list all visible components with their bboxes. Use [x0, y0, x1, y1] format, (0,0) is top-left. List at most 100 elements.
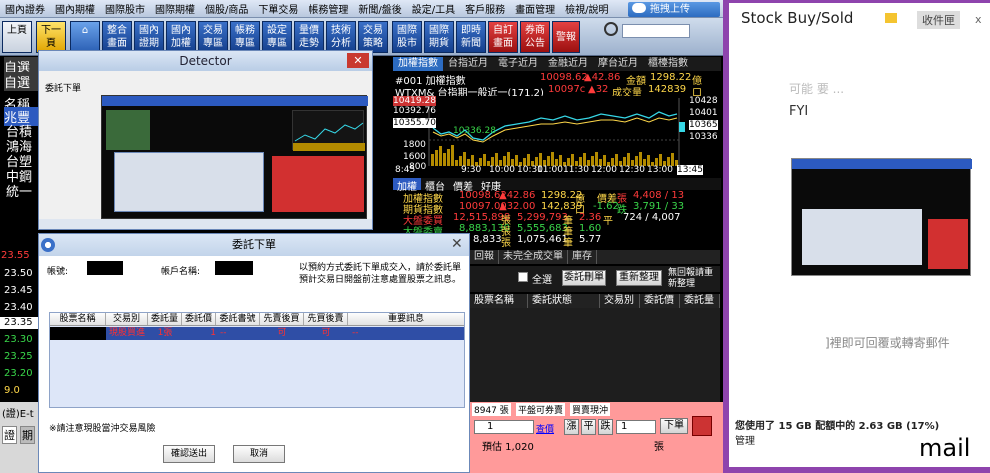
subtab[interactable]: 加權 — [393, 178, 421, 193]
menu-item[interactable]: 國際期權 — [150, 1, 200, 16]
summary-dir: 平 — [603, 216, 613, 227]
order-qty: 1張 — [157, 328, 173, 338]
menu-item[interactable]: 畫面管理 — [510, 1, 560, 16]
quantity-input[interactable]: 1 — [474, 420, 534, 434]
ladder-price: 23.30 — [4, 334, 33, 345]
menu-item[interactable]: 檢視/說明 — [560, 1, 613, 16]
toolbar-button[interactable]: 國際 股市 — [392, 21, 422, 53]
mail-watermark: mail — [919, 434, 971, 462]
ladder-price: 23.25 — [4, 351, 33, 362]
subtab[interactable]: 價差 — [449, 178, 477, 193]
detector-preview — [101, 95, 368, 219]
tab-securities[interactable]: 證 — [2, 426, 17, 444]
summary-vol: 5,555,683 — [517, 223, 568, 234]
order-table[interactable] — [470, 308, 720, 402]
account-label: 帳號: — [47, 267, 69, 277]
tab-report[interactable]: 回報 — [470, 250, 499, 264]
tab-index[interactable]: 台指近月 — [443, 57, 493, 71]
toolbar-button[interactable]: 交易 專區 — [198, 21, 228, 53]
tab-index[interactable]: 加權指數 — [393, 57, 443, 71]
ladder-price: 23.45 — [4, 285, 33, 296]
toolbar-button[interactable]: 帳務 專區 — [230, 21, 260, 53]
table-row[interactable]: 現股買進 1張 1 -- 可 可 -- — [50, 327, 464, 340]
toolbar-button[interactable]: 國際 期貨 — [424, 21, 454, 53]
menu-item[interactable]: 新聞/盤後 — [353, 1, 406, 16]
flat-button[interactable]: 平 — [581, 419, 596, 435]
column-header: 先買後賣 — [304, 313, 348, 325]
time-axis: 8:45 9:30 10:00 10:30 11:00 11:30 12:00 … — [393, 165, 721, 177]
summary-stat: -1.62 — [593, 201, 619, 212]
tab-inventory[interactable]: 庫存 — [568, 250, 597, 264]
preview-line — [294, 122, 364, 142]
limit-down-button[interactable]: 跌 — [598, 419, 613, 435]
price-input[interactable]: 1 — [616, 420, 656, 434]
toolbar-button[interactable]: 交易 策略 — [358, 21, 388, 53]
sub-tabs: 加權 櫃台 價差 好康 — [393, 178, 721, 193]
menu-item[interactable]: 客戶服務 — [460, 1, 510, 16]
menu-item[interactable]: 設定/工具 — [407, 1, 460, 16]
attachment-thumbnail[interactable] — [791, 158, 972, 276]
column-header: 委託書號 — [216, 313, 260, 325]
toolbar-button[interactable]: 設定 專區 — [262, 21, 292, 53]
y-label-right: 10336 — [689, 132, 718, 142]
summary-count: 724 / 4,007 — [623, 212, 681, 223]
tab-index[interactable]: 櫃檯指數 — [643, 57, 693, 71]
quote-link[interactable]: 查價 — [536, 422, 554, 435]
inbox-label[interactable]: 收件匣 — [917, 11, 960, 29]
subtab[interactable]: 好康 — [477, 178, 505, 193]
preview-volume — [293, 143, 365, 151]
column-header: 重要訊息 — [387, 314, 424, 324]
y-label: 1600 — [403, 152, 426, 162]
toolbar-button[interactable]: 國內 加權 — [166, 21, 196, 53]
alert-button[interactable]: 警報 — [552, 21, 580, 53]
toolbar-button[interactable]: 國內 證期 — [134, 21, 164, 53]
cancel-button[interactable]: 取消 — [233, 445, 285, 463]
refresh-button[interactable]: 重新整理 — [616, 270, 662, 286]
toolbar-button[interactable]: 券商 公告 — [520, 21, 550, 53]
menu-item[interactable]: 下單交易 — [253, 1, 303, 16]
tab-index[interactable]: 電子近月 — [493, 57, 543, 71]
menu-item[interactable]: 國內期權 — [50, 1, 100, 16]
forward-button[interactable]: 下一頁 — [36, 21, 66, 53]
place-order-button[interactable]: 下單 — [660, 418, 688, 434]
close-icon[interactable]: ✕ — [347, 53, 369, 68]
back-button[interactable]: 上頁 — [2, 21, 32, 53]
dialog-notice: 以預約方式委託下單成交入，請於委託單 預計交易日開盤前注意處置股票之訊息。 — [299, 263, 462, 285]
toolbar-button[interactable]: 即時 新聞 — [456, 21, 486, 53]
subtab[interactable]: 櫃台 — [421, 178, 449, 193]
home-button[interactable]: ⌂ — [70, 21, 100, 53]
remove-label-icon[interactable]: x — [975, 13, 982, 26]
limit-up-button[interactable]: 漲 — [564, 419, 579, 435]
confirm-button[interactable]: 確認送出 — [163, 445, 215, 463]
label-icon[interactable] — [885, 13, 897, 23]
select-all-checkbox[interactable] — [518, 272, 528, 282]
column-header: 股票名稱 — [50, 313, 106, 325]
quote-change: ▲32 — [588, 84, 609, 95]
print-icon[interactable] — [692, 416, 712, 436]
tab-unfilled[interactable]: 未完全成交單 — [499, 250, 568, 264]
menu-item[interactable]: 帳務管理 — [303, 1, 353, 16]
watchlist-tab[interactable]: 自選 — [4, 72, 38, 91]
volume-bar — [639, 152, 642, 166]
thumb-dialog — [802, 209, 922, 265]
list-item[interactable]: 統一 — [6, 181, 32, 200]
tab-index[interactable]: 摩台近月 — [593, 57, 643, 71]
trade-entry-panel: 8947 張 平盤可券賣 買賣現沖 1 查價 漲 平 跌 1 下單 預估 1,0… — [470, 402, 723, 473]
toolbar-button[interactable]: 自訂 畫面 — [488, 21, 518, 53]
toolbar-button[interactable]: 技術 分析 — [326, 21, 356, 53]
mail-subject: Stock Buy/Sold — [741, 9, 854, 27]
tab-index[interactable]: 金融近月 — [543, 57, 593, 71]
close-icon[interactable]: ✕ — [451, 236, 463, 252]
menu-item[interactable]: 個股/商品 — [200, 1, 253, 16]
reply-hint[interactable]: ]裡即可回覆或轉寄郵件 — [825, 334, 950, 351]
menu-item[interactable]: 國際股市 — [100, 1, 150, 16]
menu-item[interactable]: 國內證券 — [0, 1, 50, 16]
search-icon[interactable] — [604, 22, 618, 36]
ladder-price-current: 23.35 — [0, 317, 38, 329]
toolbar-button[interactable]: 量價 走勢 — [294, 21, 324, 53]
delete-order-button[interactable]: 委託刪單 — [562, 270, 606, 286]
search-input[interactable] — [622, 24, 690, 38]
manage-link[interactable]: 管理 — [735, 432, 755, 447]
toolbar-button[interactable]: 整合 畫面 — [102, 21, 132, 53]
tab-futures[interactable]: 期 — [20, 426, 35, 444]
